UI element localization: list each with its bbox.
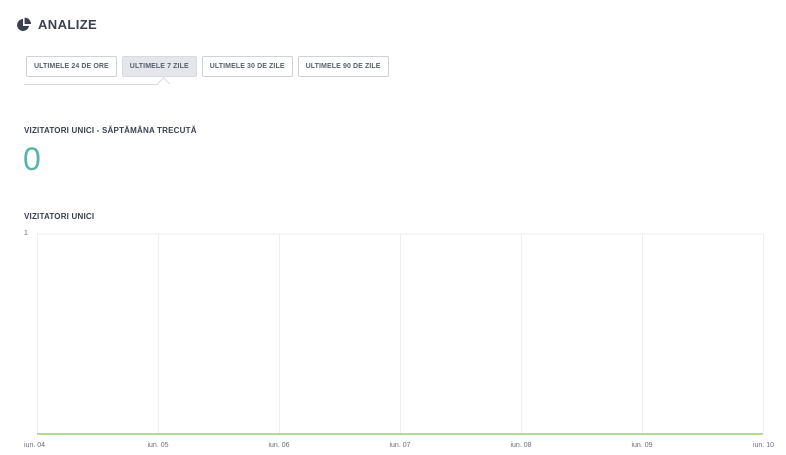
- unique-visitors-chart: 1 iun. 04 iun. 05 iun. 06 iun. 07 iun. 08 iun.…: [24, 230, 774, 449]
- x-tick-label: iun. 04: [24, 442, 45, 449]
- x-tick-label: iun. 05: [147, 442, 168, 449]
- x-tick-label: iun. 09: [631, 442, 652, 449]
- x-tick-label: iun. 06: [268, 442, 289, 449]
- x-tick-label: iun. 07: [389, 442, 410, 449]
- y-tick-label: 1: [24, 230, 28, 237]
- x-tick-label: iun. 08: [510, 442, 531, 449]
- x-tick-label: iun. 10: [753, 442, 774, 449]
